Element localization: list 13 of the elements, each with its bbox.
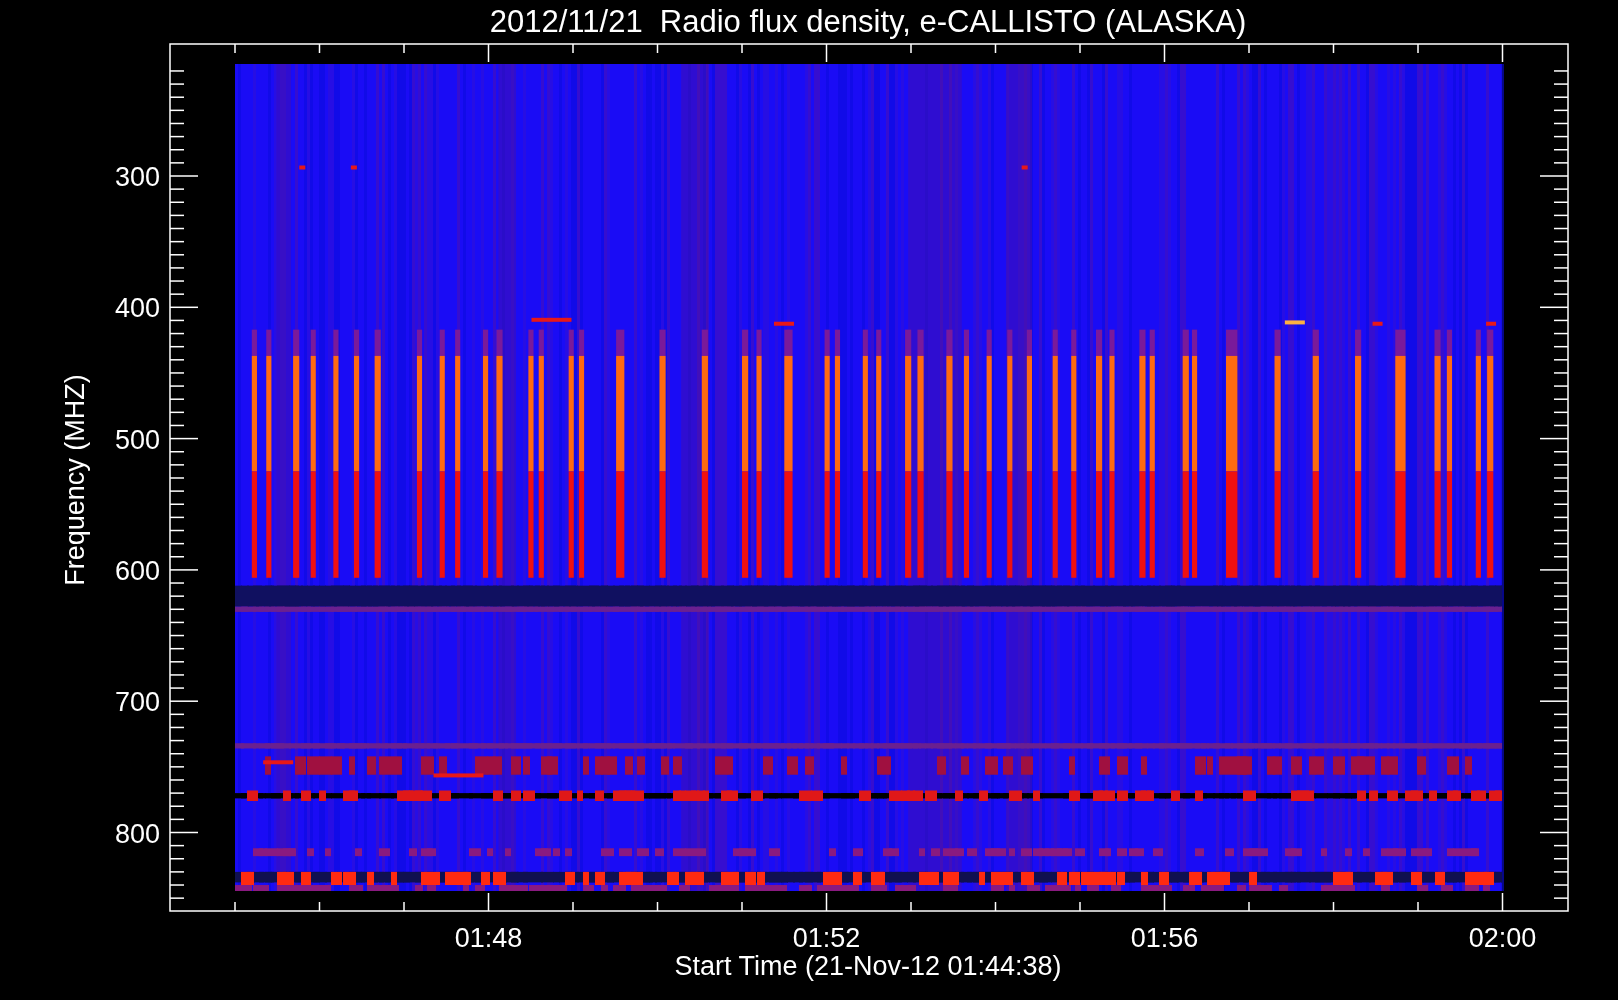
x-tick-label: 01:48	[454, 923, 523, 953]
y-tick-label: 600	[114, 555, 160, 586]
x-tick-label: 02:00	[1468, 923, 1537, 953]
y-tick-label: 700	[114, 687, 160, 718]
x-tick-label: 01:52	[792, 923, 861, 953]
x-tick-label: 01:56	[1130, 923, 1199, 953]
y-tick-label: 800	[114, 818, 160, 849]
x-axis-label: Start Time (21-Nov-12 01:44:38)	[674, 951, 1062, 981]
y-axis-label: Frequency (MHZ)	[60, 374, 90, 586]
chart-title: 2012/11/21 Radio flux density, e-CALLISTO (ALASKA)	[489, 4, 1247, 39]
y-tick-label: 300	[114, 162, 160, 192]
y-tick-label: 400	[114, 293, 160, 324]
y-tick-label: 500	[114, 424, 160, 455]
